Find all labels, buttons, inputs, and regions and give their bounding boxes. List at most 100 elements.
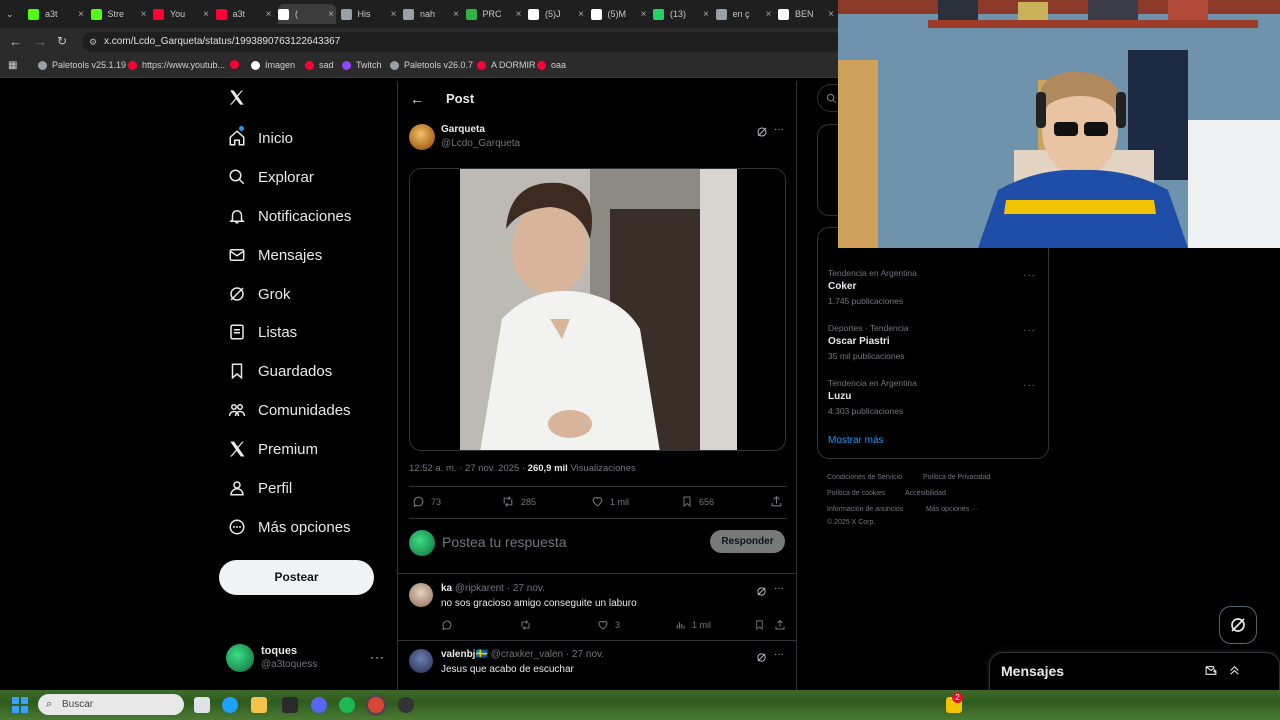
reply-repost-button[interactable]: [519, 619, 538, 631]
nav-item-guardados[interactable]: Guardados: [228, 359, 332, 383]
post-button[interactable]: Postear: [219, 560, 374, 595]
account-avatar[interactable]: [226, 644, 254, 672]
bookmark-item[interactable]: Paletools v25.1.19: [38, 60, 126, 70]
trend-more-icon[interactable]: ···: [1023, 270, 1036, 281]
bookmark-item[interactable]: Twitch: [342, 60, 382, 70]
show-more-link[interactable]: Mostrar más: [828, 435, 884, 446]
close-icon[interactable]: ×: [139, 9, 149, 20]
account-menu-icon[interactable]: ···: [370, 650, 385, 664]
browser-tab[interactable]: (5)M ×: [590, 4, 649, 24]
browser-tab[interactable]: en ç ×: [715, 4, 774, 24]
browser-tab[interactable]: You ×: [153, 4, 211, 24]
browser-tab[interactable]: a3t ×: [215, 4, 274, 24]
apps-grid-icon[interactable]: ▦: [8, 60, 17, 71]
reply-author-name[interactable]: ka: [441, 583, 452, 594]
reply-input[interactable]: Postea tu respuesta: [442, 534, 567, 550]
close-icon[interactable]: ×: [576, 9, 586, 20]
post-timestamp[interactable]: 12:52 a. m. · 27 nov. 2025 ·: [409, 463, 525, 474]
bookmark-button[interactable]: 656: [681, 495, 714, 508]
share-button[interactable]: [770, 495, 789, 508]
url-field[interactable]: ⚙ x.com/Lcdo_Garqueta/status/19938907631…: [82, 32, 842, 52]
nav-item-premium[interactable]: Premium: [228, 437, 318, 461]
close-icon[interactable]: ×: [76, 9, 86, 20]
nav-item-comunidades[interactable]: Comunidades: [228, 398, 351, 422]
author-name[interactable]: Garqueta: [441, 124, 485, 135]
nav-item-más-opciones[interactable]: Más opciones: [228, 515, 351, 539]
back-icon[interactable]: ←: [9, 34, 22, 49]
new-message-icon[interactable]: [1204, 664, 1218, 682]
obs-icon[interactable]: [398, 697, 414, 713]
task-view-icon[interactable]: [194, 697, 210, 713]
reply-meta[interactable]: @craxker_valen · 27 nov.: [491, 649, 604, 660]
trend-more-icon[interactable]: ···: [1023, 380, 1036, 391]
close-icon[interactable]: ×: [514, 9, 524, 20]
more-options-icon[interactable]: ···: [774, 124, 784, 135]
reply-submit-button[interactable]: Responder: [710, 530, 785, 553]
footer-link[interactable]: Política de cookies: [827, 490, 885, 497]
bookmark-item[interactable]: A DORMIR: [477, 60, 536, 70]
close-icon[interactable]: ×: [389, 9, 399, 20]
grok-icon[interactable]: [756, 125, 768, 143]
edge-icon[interactable]: [222, 697, 238, 713]
messages-dock[interactable]: Mensajes: [989, 652, 1280, 692]
browser-tab[interactable]: His ×: [340, 4, 399, 24]
bookmark-item[interactable]: Paletools v26.0.7: [390, 60, 473, 70]
close-icon[interactable]: ×: [826, 9, 836, 20]
expand-icon[interactable]: [1228, 664, 1241, 682]
grok-floating-button[interactable]: [1219, 606, 1257, 644]
close-icon[interactable]: ×: [451, 9, 461, 20]
browser-tab[interactable]: (5)J ×: [528, 4, 586, 24]
trend-item[interactable]: Deportes · Tendencia Oscar Piastri 35 mil …: [828, 323, 909, 361]
browser-tab[interactable]: BEN ×: [778, 4, 836, 24]
reply-views-button[interactable]: 1 mil: [675, 619, 711, 631]
reply-button[interactable]: 73: [412, 495, 441, 508]
close-icon[interactable]: ×: [701, 9, 711, 20]
reply-like-button[interactable]: 3: [597, 619, 620, 631]
footer-link[interactable]: Condiciones de Servicio: [827, 474, 902, 481]
grok-icon[interactable]: [756, 650, 767, 668]
x-logo-icon[interactable]: [228, 89, 245, 111]
reply-reply-button[interactable]: [441, 619, 459, 631]
browser-tab[interactable]: (13) ×: [653, 4, 711, 24]
windows-start-icon[interactable]: [12, 697, 28, 713]
browser-tab[interactable]: (×: [278, 4, 336, 24]
bookmark-item[interactable]: Imagen: [251, 60, 295, 70]
nav-item-inicio[interactable]: Inicio: [228, 126, 293, 150]
trend-item[interactable]: Tendencia en Argentina Coker 1.745 publica…: [828, 268, 917, 306]
footer-link[interactable]: Política de Privacidad: [923, 474, 990, 481]
like-button[interactable]: 1 mil: [591, 495, 629, 508]
nav-item-listas[interactable]: Listas: [228, 320, 297, 344]
footer-link[interactable]: Más opciones ···: [926, 506, 978, 513]
author-handle[interactable]: @Lcdo_Garqueta: [441, 138, 520, 149]
more-options-icon[interactable]: ···: [774, 649, 784, 660]
chrome-icon[interactable]: [368, 697, 384, 713]
close-icon[interactable]: ×: [639, 9, 649, 20]
forward-icon[interactable]: →: [34, 34, 47, 49]
close-icon[interactable]: ×: [764, 9, 774, 20]
nav-item-grok[interactable]: Grok: [228, 282, 291, 306]
app-icon[interactable]: [282, 697, 298, 713]
browser-tab[interactable]: PRC ×: [465, 4, 524, 24]
reply-avatar[interactable]: [409, 583, 433, 607]
reload-icon[interactable]: ↻: [57, 34, 67, 48]
footer-link[interactable]: Información de anuncios: [827, 506, 903, 513]
more-options-icon[interactable]: ···: [774, 583, 784, 594]
bookmark-item[interactable]: oaa: [537, 60, 566, 70]
reply-meta[interactable]: @ripkarent · 27 nov.: [455, 583, 545, 594]
nav-item-explorar[interactable]: Explorar: [228, 165, 314, 189]
nav-item-notificaciones[interactable]: Notificaciones: [228, 204, 351, 228]
site-info-icon[interactable]: ⚙: [89, 32, 97, 52]
reply-bookmark-button[interactable]: [754, 619, 771, 631]
close-icon[interactable]: ×: [326, 9, 336, 20]
grok-icon[interactable]: [756, 584, 767, 602]
browser-tab[interactable]: Stre ×: [90, 4, 149, 24]
back-arrow-icon[interactable]: ←: [410, 91, 424, 107]
nav-item-perfil[interactable]: Perfil: [228, 476, 292, 500]
browser-tab[interactable]: nah ×: [403, 4, 461, 24]
tab-search-button[interactable]: ⌄: [6, 4, 22, 24]
reply-avatar[interactable]: [409, 649, 433, 673]
reply-share-button[interactable]: [774, 619, 792, 631]
repost-button[interactable]: 285: [501, 495, 536, 508]
browser-tab[interactable]: a3t ×: [28, 4, 86, 24]
footer-link[interactable]: Accesibilidad: [905, 490, 946, 497]
